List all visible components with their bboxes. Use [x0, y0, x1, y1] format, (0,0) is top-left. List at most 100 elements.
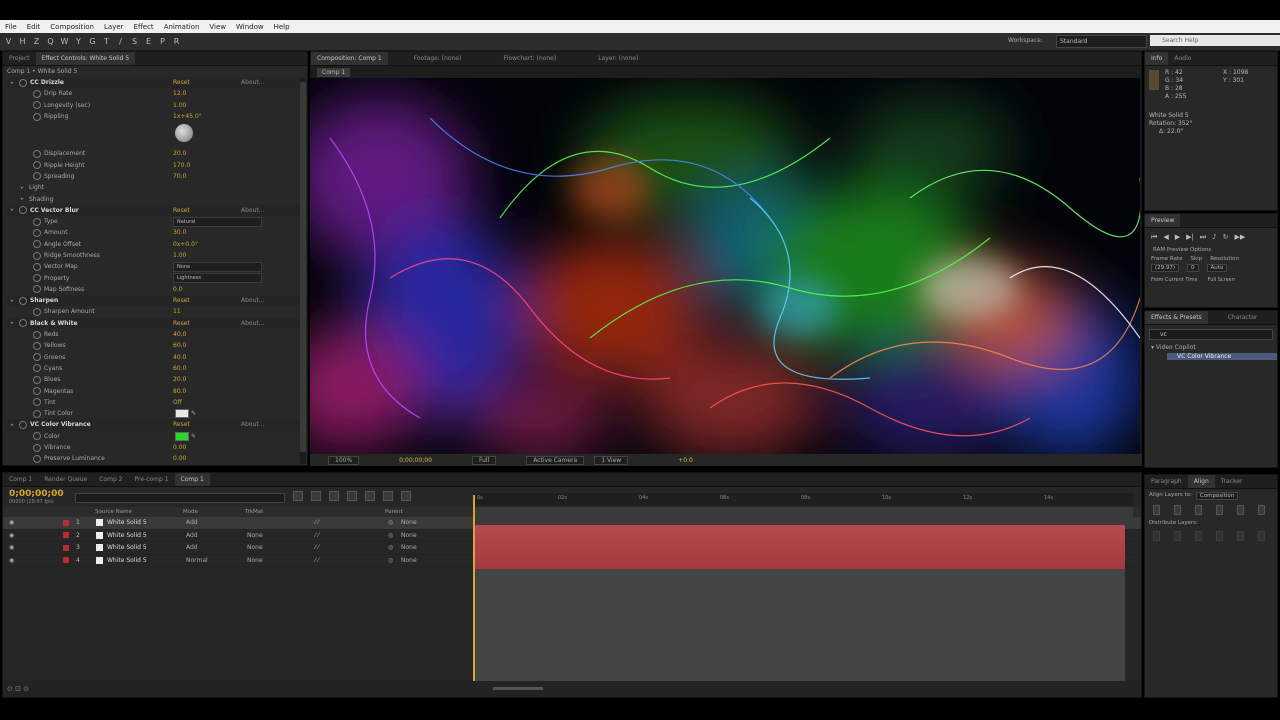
tool-icon-9[interactable]: S: [129, 36, 140, 47]
stopwatch-icon[interactable]: [33, 112, 41, 121]
from-current-time-checkbox[interactable]: From Current Time: [1151, 277, 1198, 283]
about-link[interactable]: About...: [241, 297, 264, 304]
effect-header[interactable]: ▸ Sharpen Reset About...: [7, 295, 307, 307]
effect-property-row[interactable]: Tint Off: [7, 397, 307, 408]
pickwhip-icon[interactable]: ◎: [388, 557, 393, 564]
layer-switches-icon[interactable]: ⁄ ⁄: [315, 557, 319, 564]
effect-property-value[interactable]: 1.00: [173, 252, 186, 259]
tool-icon-5[interactable]: Y: [73, 36, 84, 47]
layer-duration-bars[interactable]: [473, 525, 1125, 569]
distribute-bottom-icon[interactable]: [1195, 531, 1202, 541]
effect-property-value[interactable]: 0.00: [173, 455, 186, 462]
visibility-eye-icon[interactable]: ◉: [9, 557, 14, 564]
pickwhip-icon[interactable]: ◎: [388, 519, 393, 526]
effect-property-value[interactable]: 1x+45.0°: [173, 113, 202, 120]
effect-property-value[interactable]: Reset: [173, 207, 190, 214]
stopwatch-icon[interactable]: [33, 364, 41, 373]
effect-property-row[interactable]: ▸ Light: [7, 182, 307, 193]
layer-name[interactable]: White Solid 5: [107, 519, 147, 526]
effect-property-value[interactable]: 20.0: [173, 150, 186, 157]
distribute-hcenter-icon[interactable]: [1237, 531, 1244, 541]
viewer-timecode[interactable]: 0;00;00;00: [399, 457, 432, 464]
tool-icon-6[interactable]: G: [87, 36, 98, 47]
comp-breadcrumb[interactable]: Comp 1: [317, 67, 351, 77]
stopwatch-icon[interactable]: [33, 217, 41, 226]
distribute-right-icon[interactable]: [1258, 531, 1265, 541]
timeline-tab[interactable]: Comp 1: [174, 473, 210, 486]
layer-mode-select[interactable]: Add: [186, 519, 198, 526]
stopwatch-icon[interactable]: [19, 420, 27, 429]
timeline-timecode[interactable]: 0;00;00;00: [9, 489, 64, 499]
search-help-input[interactable]: Search Help: [1150, 35, 1280, 46]
stopwatch-icon[interactable]: [33, 262, 41, 271]
frame-blend-icon[interactable]: [347, 491, 357, 501]
col-trkmat[interactable]: TrkMat: [245, 509, 263, 515]
align-vcenter-icon[interactable]: [1237, 505, 1244, 515]
tab-flowchart[interactable]: Flowchart: (none): [497, 52, 562, 65]
effect-property-row[interactable]: Preserve Luminance 0.00: [7, 453, 307, 464]
effect-property-value[interactable]: 0.00: [173, 444, 186, 451]
stopwatch-icon[interactable]: [33, 240, 41, 249]
timeline-tab[interactable]: Pre-comp 1: [128, 473, 174, 486]
current-time-indicator[interactable]: [473, 495, 475, 683]
time-ruler[interactable]: 0s 02s 04s 06s 08s 10s 12s 14s: [473, 493, 1133, 505]
skip-input[interactable]: 0: [1187, 264, 1199, 272]
effect-property-row[interactable]: Property Lightness: [7, 272, 307, 284]
tool-icon-0[interactable]: V: [3, 36, 14, 47]
stopwatch-icon[interactable]: [19, 206, 27, 215]
work-area-bar[interactable]: [473, 507, 1133, 517]
layer-trkmat-select[interactable]: None: [247, 557, 263, 564]
stopwatch-icon[interactable]: [33, 274, 41, 283]
effect-property-row[interactable]: Ripple Height 170.0: [7, 159, 307, 170]
layer-trkmat-select[interactable]: None: [247, 544, 263, 551]
graph-editor-icon[interactable]: [383, 491, 393, 501]
stopwatch-icon[interactable]: [33, 307, 41, 316]
pickwhip-icon[interactable]: ◎: [388, 532, 393, 539]
tool-icon-3[interactable]: Q: [45, 36, 56, 47]
layer-mode-select[interactable]: Normal: [186, 557, 208, 564]
menu-animation[interactable]: Animation: [159, 23, 205, 31]
effect-property-row[interactable]: Vector Map None: [7, 261, 307, 272]
first-frame-icon[interactable]: ⏮: [1151, 233, 1157, 242]
effect-property-row[interactable]: Vibrance 0.00: [7, 442, 307, 453]
effect-property-row[interactable]: Sharpen Amount 11: [7, 306, 307, 317]
stopwatch-icon[interactable]: [33, 330, 41, 339]
effects-search-input[interactable]: vc: [1149, 329, 1273, 340]
full-screen-checkbox[interactable]: Full Screen: [1208, 277, 1235, 283]
disclosure-triangle-icon[interactable]: ▸: [11, 80, 19, 86]
label-color-icon[interactable]: [63, 532, 69, 539]
layer-parent-select[interactable]: None: [401, 557, 417, 564]
label-color-icon[interactable]: [63, 557, 69, 564]
prev-frame-icon[interactable]: ◀: [1163, 233, 1168, 242]
stopwatch-icon[interactable]: [19, 319, 27, 328]
loop-icon[interactable]: ↻: [1223, 233, 1229, 242]
stopwatch-icon[interactable]: [33, 251, 41, 260]
timeline-search-input[interactable]: [75, 493, 285, 503]
effect-property-value[interactable]: Reset: [173, 320, 190, 327]
timeline-tab[interactable]: Comp 1: [3, 473, 38, 486]
align-right-icon[interactable]: [1195, 505, 1202, 515]
tab-paragraph[interactable]: Paragraph: [1145, 475, 1188, 488]
effect-property-value[interactable]: Reset: [173, 421, 190, 428]
stopwatch-icon[interactable]: [33, 409, 41, 418]
tab-preview[interactable]: Preview: [1145, 214, 1181, 227]
disclosure-triangle-icon[interactable]: ▸: [11, 298, 19, 304]
stopwatch-icon[interactable]: [33, 398, 41, 407]
effect-property-row[interactable]: Ridge Smoothness 1.00: [7, 250, 307, 261]
menu-window[interactable]: Window: [231, 23, 269, 31]
effect-property-value[interactable]: 170.0: [173, 162, 190, 169]
tab-composition[interactable]: Composition: Comp 1: [311, 52, 388, 65]
effect-property-row[interactable]: Color ✎: [7, 431, 307, 442]
effect-property-row[interactable]: Spreading 70.0: [7, 171, 307, 182]
tool-icon-2[interactable]: Z: [31, 36, 42, 47]
effect-property-value[interactable]: 1.00: [173, 102, 186, 109]
effect-property-row[interactable]: Amount 30.0: [7, 227, 307, 238]
menu-layer[interactable]: Layer: [99, 23, 129, 31]
visibility-eye-icon[interactable]: ◉: [9, 532, 14, 539]
tab-footage[interactable]: Footage: (none): [408, 52, 468, 65]
effect-header[interactable]: ▸ Black & White Reset About...: [7, 317, 307, 329]
next-frame-icon[interactable]: ▶|: [1186, 233, 1194, 242]
effect-property-row[interactable]: Blues 20.0: [7, 374, 307, 385]
stopwatch-icon[interactable]: [33, 228, 41, 237]
effect-property-row[interactable]: [7, 122, 307, 148]
